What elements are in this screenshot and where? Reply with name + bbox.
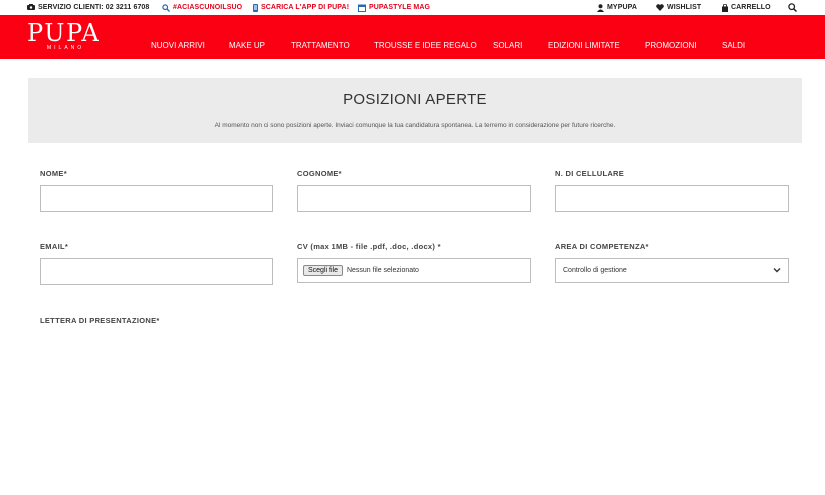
heart-icon — [656, 4, 664, 11]
cellulare-field[interactable] — [555, 185, 789, 212]
page-title: POSIZIONI APERTE — [343, 91, 487, 108]
app-text: SCARICA L'APP DI PUPA! — [261, 4, 350, 11]
file-status: Nessun file selezionato — [346, 267, 419, 274]
nav-item-solari[interactable]: SOLARI — [493, 41, 522, 50]
area-select[interactable]: Controllo di gestione — [555, 258, 789, 283]
nav-item-promozioni[interactable]: PROMOZIONI — [645, 41, 697, 50]
phone-icon — [27, 4, 35, 10]
banner-description: Al momento non ci sono posizioni aperte.… — [214, 122, 616, 129]
nome-label: NOME* — [40, 169, 67, 178]
nav-item-trattamento[interactable]: TRATTAMENTO — [291, 41, 350, 50]
cart-link[interactable]: CARRELLO — [722, 2, 771, 13]
search-button[interactable] — [788, 2, 797, 13]
wishlist-text: WISHLIST — [667, 4, 702, 11]
mypupa-text: MYPUPA — [607, 4, 638, 11]
shopping-bag-icon — [722, 3, 728, 12]
nav-item-nuovi-arrivi[interactable]: NUOVI ARRIVI — [151, 41, 205, 50]
mag-text: PUPASTYLE MAG — [369, 4, 431, 11]
cv-label: CV (max 1MB - file .pdf, .doc, .docx) * — [297, 242, 441, 251]
cv-file-input[interactable]: Scegli file Nessun file selezionato — [297, 258, 531, 283]
hashtag-link[interactable]: #ACIASCUNOILSUO — [162, 2, 242, 13]
search-icon — [788, 3, 797, 12]
app-link[interactable]: SCARICA L'APP DI PUPA! — [253, 2, 349, 13]
nav-item-saldi[interactable]: SALDI — [722, 41, 745, 50]
search-icon — [162, 3, 170, 12]
nav-item-edizioni-limitate[interactable]: EDIZIONI LIMITATE — [548, 41, 620, 50]
nav-item-make-up[interactable]: MAKE UP — [229, 41, 265, 50]
brand-logo[interactable]: PUPA — [27, 21, 100, 45]
cellulare-label: N. DI CELLULARE — [555, 169, 625, 178]
mag-link[interactable]: PUPASTYLE MAG — [358, 2, 430, 13]
chevron-down-icon — [773, 268, 781, 273]
cognome-label: COGNOME* — [297, 169, 342, 178]
customer-service-text: SERVIZIO CLIENTI: 02 3211 6708 — [38, 4, 150, 11]
mypupa-link[interactable]: MYPUPA — [597, 2, 637, 13]
nome-field[interactable] — [40, 185, 273, 212]
user-icon — [597, 3, 604, 12]
email-label: EMAIL* — [40, 242, 69, 251]
area-select-value: Controllo di gestione — [563, 267, 627, 274]
smartphone-icon — [253, 3, 258, 12]
cognome-field[interactable] — [297, 185, 531, 212]
top-utility-bar: SERVIZIO CLIENTI: 02 3211 6708 #ACIASCUN… — [0, 0, 825, 15]
area-label: AREA DI COMPETENZA* — [555, 242, 649, 251]
wishlist-link[interactable]: WISHLIST — [656, 2, 701, 13]
calendar-icon — [358, 4, 366, 12]
choose-file-button[interactable]: Scegli file — [303, 265, 343, 276]
email-field[interactable] — [40, 258, 273, 285]
hashtag-text: #ACIASCUNOILSUO — [173, 4, 243, 11]
brand-logo-sub: MILANO — [47, 45, 85, 51]
cart-text: CARRELLO — [731, 4, 771, 11]
positions-banner: POSIZIONI APERTE Al momento non ci sono … — [28, 78, 802, 143]
nav-item-trousse[interactable]: TROUSSE E IDEE REGALO — [374, 41, 477, 50]
main-navbar: PUPA MILANO NUOVI ARRIVI MAKE UP TRATTAM… — [0, 15, 825, 59]
lettera-label: LETTERA DI PRESENTAZIONE* — [40, 316, 160, 325]
customer-service[interactable]: SERVIZIO CLIENTI: 02 3211 6708 — [27, 2, 149, 13]
